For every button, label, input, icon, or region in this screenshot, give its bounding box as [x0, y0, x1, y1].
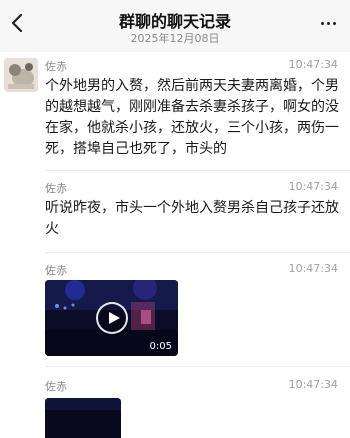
- page-title: 群聊的聊天记录: [118, 12, 231, 31]
- divider: [45, 366, 350, 367]
- avatar-image: [4, 58, 38, 92]
- message-time: 10:47:34: [288, 378, 338, 391]
- message-text[interactable]: 个外地男的入赘，然后前两天夫妻两离婚，个男的越想越气，刚刚准备去杀妻杀孩子，啊女…: [45, 76, 340, 160]
- video-thumbnail: [45, 398, 121, 438]
- video-message[interactable]: 0:05: [45, 280, 178, 356]
- video-duration: 0:05: [149, 341, 172, 352]
- divider: [45, 170, 350, 171]
- more-dot: [326, 21, 330, 25]
- play-icon[interactable]: [95, 302, 128, 334]
- sender-name: 佐赤: [45, 182, 67, 195]
- list-item: 佐赤 10:47:34: [45, 262, 338, 280]
- page-date: 2025年12月08日: [130, 32, 220, 45]
- more-button[interactable]: [316, 12, 340, 34]
- sender-name: 佐赤: [45, 264, 67, 277]
- list-item: 佐赤 10:47:34 个外地男的入赘，然后前两天夫妻两离婚，个男的越想越气，刚…: [45, 58, 340, 160]
- message-time: 10:47:34: [288, 180, 338, 193]
- more-dots-icon: [320, 21, 324, 25]
- nav-bar: 群聊的聊天记录 2025年12月08日: [0, 0, 350, 52]
- divider: [45, 252, 350, 253]
- list-item: 佐赤 10:47:34: [45, 378, 338, 396]
- sender-name: 佐赤: [45, 380, 67, 393]
- video-message[interactable]: [45, 398, 121, 438]
- message-text[interactable]: 听说昨夜，市头一个外地入赘男杀自己孩子还放火: [45, 198, 340, 240]
- more-dot: [332, 21, 336, 25]
- message-time: 10:47:34: [288, 58, 338, 71]
- message-time: 10:47:34: [288, 262, 338, 275]
- sender-name: 佐赤: [45, 60, 67, 73]
- list-item: 佐赤 10:47:34 听说昨夜，市头一个外地入赘男杀自己孩子还放火: [45, 180, 340, 250]
- avatar[interactable]: [4, 58, 38, 92]
